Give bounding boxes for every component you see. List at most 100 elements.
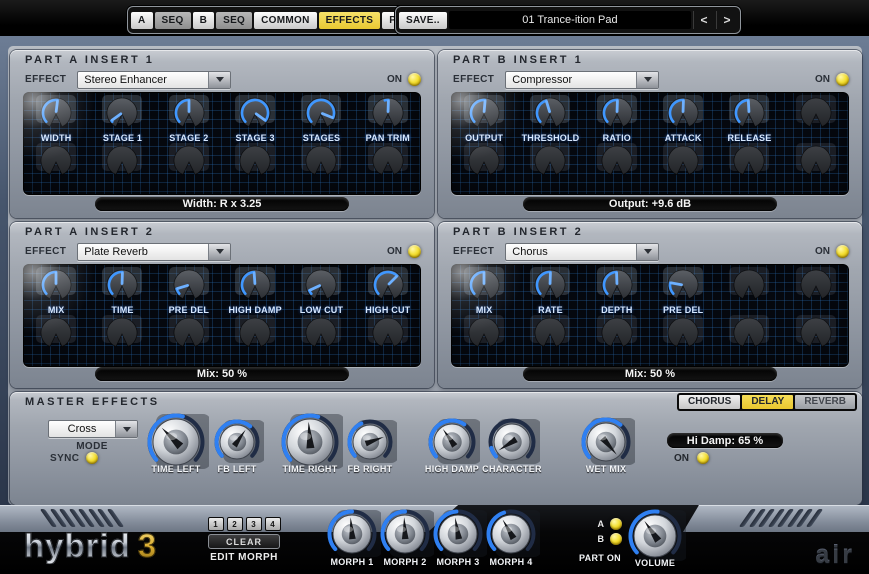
knob-pan-trim[interactable]: PAN TRIM <box>355 95 421 143</box>
inactive-knob <box>89 143 155 183</box>
value-display: Width: R x 3.25 <box>95 197 349 211</box>
knob-release[interactable]: RELEASE <box>716 95 782 143</box>
knob-label: HIGH DAMP <box>425 464 479 474</box>
effect-label: EFFECT <box>25 246 66 257</box>
knob-time-right[interactable]: TIME RIGHT <box>277 409 343 474</box>
tab-effects[interactable]: EFFECTS <box>319 12 381 29</box>
knob-threshold[interactable]: THRESHOLD <box>517 95 583 143</box>
knob-width[interactable]: WIDTH <box>23 95 89 143</box>
inactive-knob <box>355 143 421 183</box>
panel-title: PART B INSERT 2 <box>453 226 583 238</box>
knob-label: STAGE 1 <box>103 133 142 143</box>
knob-label: MORPH 2 <box>383 557 426 567</box>
effect-select[interactable]: Compressor <box>505 71 659 89</box>
knob-time-left[interactable]: TIME LEFT <box>143 409 209 474</box>
master-on-led[interactable] <box>697 452 709 464</box>
effect-select[interactable]: Stereo Enhancer <box>77 71 231 89</box>
plugin-window: A SEQ B SEQ COMMON EFFECTS PART PRESETS … <box>0 0 869 574</box>
knob-low-cut[interactable]: LOW CUT <box>288 267 354 315</box>
inactive-knob <box>222 143 288 183</box>
knob-stage-1[interactable]: STAGE 1 <box>89 95 155 143</box>
inactive-knob <box>584 143 650 183</box>
part-b-led[interactable] <box>610 533 622 545</box>
tab-seq-b[interactable]: SEQ <box>216 12 252 29</box>
knob-high-damp[interactable]: HIGH DAMP <box>222 267 288 315</box>
knob-time[interactable]: TIME <box>89 267 155 315</box>
on-led[interactable] <box>836 73 849 86</box>
knob-label: STAGE 2 <box>169 133 208 143</box>
knob-fb-left[interactable]: FB LEFT <box>210 415 264 474</box>
effect-select[interactable]: Chorus <box>505 243 659 261</box>
knob-label: MIX <box>48 305 65 315</box>
on-led[interactable] <box>408 73 421 86</box>
knob-label: PRE DEL <box>663 305 703 315</box>
knob-pre-del[interactable]: PRE DEL <box>650 267 716 315</box>
tab-common[interactable]: COMMON <box>254 12 316 29</box>
top-bar: A SEQ B SEQ COMMON EFFECTS PART PRESETS … <box>0 0 869 36</box>
master-effects-panel: MASTER EFFECTS CHORUS DELAY REVERB Cross… <box>10 392 862 505</box>
knob-ratio[interactable]: RATIO <box>584 95 650 143</box>
knob-label: VOLUME <box>635 558 675 568</box>
preset-group: SAVE.. 01 Trance-ition Pad < > <box>395 6 741 34</box>
knob-high-cut[interactable]: HIGH CUT <box>355 267 421 315</box>
knob-attack[interactable]: ATTACK <box>650 95 716 143</box>
knob-mix[interactable]: MIX <box>451 267 517 315</box>
knob-morph-1[interactable]: MORPH 1 <box>323 505 381 567</box>
knob-label: WIDTH <box>41 133 72 143</box>
master-knob-area: TIME LEFT FB LEFT TIME RIGHT FB RIGHT HIGH D… <box>10 392 862 505</box>
part-a-led[interactable] <box>610 518 622 530</box>
knob-grid: MIX TIME PRE DEL HIGH DAMPLOW CUT HIGH CUT <box>23 264 421 367</box>
knob-label: TIME RIGHT <box>283 464 338 474</box>
tab-part-b[interactable]: B <box>193 12 215 29</box>
effect-label: EFFECT <box>453 74 494 85</box>
preset-next-button[interactable]: > <box>716 11 737 29</box>
knob-grid: OUTPUTTHRESHOLDRATIOATTACKRELEASE <box>451 92 849 195</box>
knob-label: TIME <box>111 305 133 315</box>
knob-wet-mix[interactable]: WET MIX <box>577 413 635 474</box>
knob-high-damp[interactable]: HIGH DAMP <box>424 414 480 474</box>
value-display: Mix: 50 % <box>523 367 777 381</box>
tab-part-a[interactable]: A <box>131 12 153 29</box>
on-led[interactable] <box>408 245 421 258</box>
bottom-bar: hybrid3 1234 CLEAR EDIT MORPH MORPH 1MOR… <box>0 505 869 574</box>
knob-stage-2[interactable]: STAGE 2 <box>156 95 222 143</box>
preset-display[interactable]: 01 Trance-ition Pad <box>449 11 691 29</box>
part-b-label: B <box>598 534 605 544</box>
morph-knob-area: MORPH 1MORPH 2MORPH 3MORPH 4 VOLUME <box>0 505 869 574</box>
effect-value: Stereo Enhancer <box>78 72 208 88</box>
knob-output[interactable]: OUTPUT <box>451 95 517 143</box>
knob-morph-4[interactable]: MORPH 4 <box>482 505 540 567</box>
knob-pre-del[interactable]: PRE DEL <box>156 267 222 315</box>
inactive-knob <box>716 315 782 355</box>
preset-prev-button[interactable]: < <box>693 11 714 29</box>
effect-select[interactable]: Plate Reverb <box>77 243 231 261</box>
part-b-insert-2-panel: PART B INSERT 2 EFFECT Chorus ON MIXRATE… <box>438 222 862 388</box>
knob-mix[interactable]: MIX <box>23 267 89 315</box>
knob-depth[interactable]: DEPTH <box>584 267 650 315</box>
knob-label: CHARACTER <box>482 464 542 474</box>
inactive-knob <box>355 315 421 355</box>
knob-morph-2[interactable]: MORPH 2 <box>376 505 434 567</box>
save-button[interactable]: SAVE.. <box>399 12 447 29</box>
knob-morph-3[interactable]: MORPH 3 <box>429 505 487 567</box>
on-led[interactable] <box>836 245 849 258</box>
knob-label: MORPH 4 <box>489 557 532 567</box>
master-on-label: ON <box>674 453 689 464</box>
knob-label: PRE DEL <box>169 305 209 315</box>
knob-fb-right[interactable]: FB RIGHT <box>343 415 397 474</box>
knob-stage-3[interactable]: STAGE 3 <box>222 95 288 143</box>
empty-knob-slot <box>783 267 849 315</box>
on-label: ON <box>387 246 402 257</box>
knob-label: WET MIX <box>586 464 627 474</box>
panel-title: PART B INSERT 1 <box>453 54 583 66</box>
knob-character[interactable]: CHARACTER <box>484 414 540 474</box>
part-a-label: A <box>598 519 605 529</box>
tab-seq-a[interactable]: SEQ <box>155 12 191 29</box>
knob-rate[interactable]: RATE <box>517 267 583 315</box>
value-display: Output: +9.6 dB <box>523 197 777 211</box>
knob-grid: WIDTH STAGE 1 STAGE 2 STAGE 3STAGESPAN TRIM <box>23 92 421 195</box>
knob-label: TIME LEFT <box>151 464 200 474</box>
knob-stages[interactable]: STAGES <box>288 95 354 143</box>
inactive-knob <box>288 143 354 183</box>
knob-label: HIGH CUT <box>365 305 410 315</box>
